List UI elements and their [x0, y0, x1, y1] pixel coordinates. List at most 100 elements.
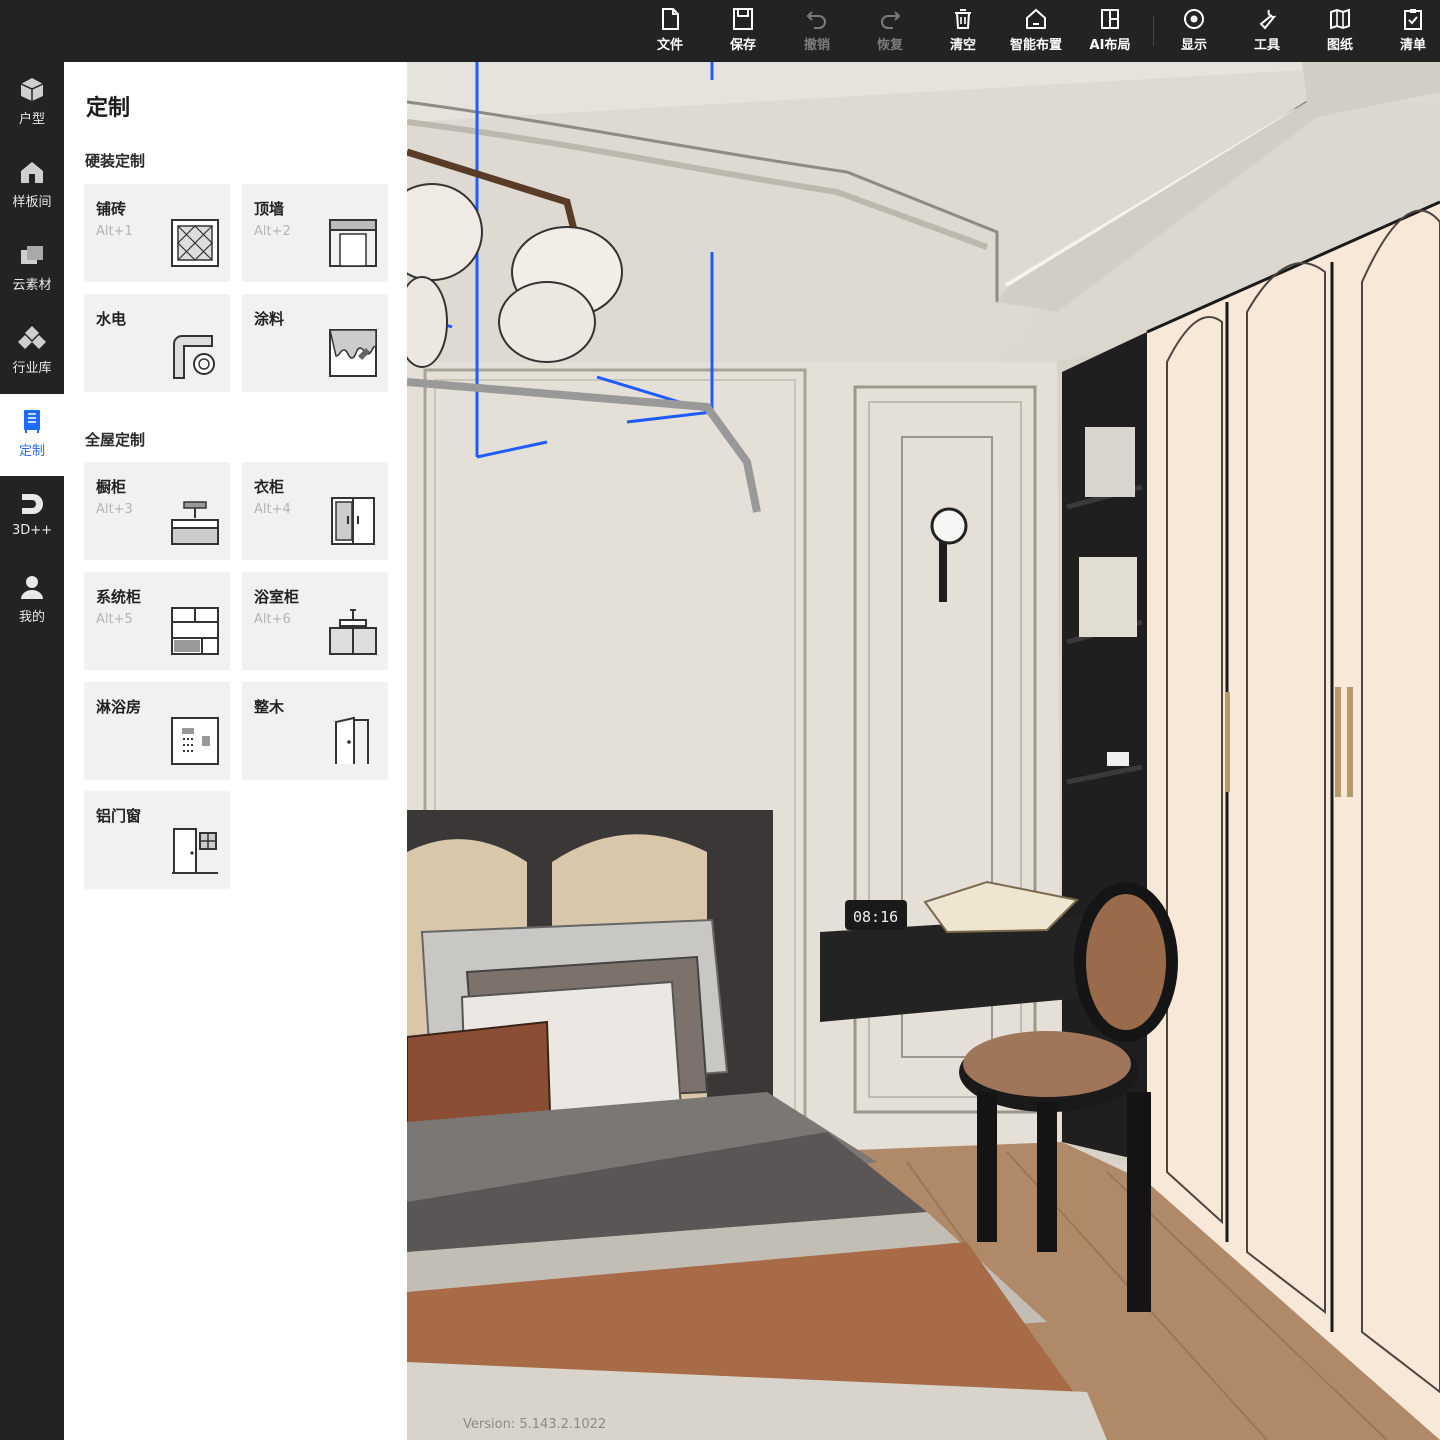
user-icon [21, 576, 43, 599]
paint-card[interactable]: 涂料 [242, 294, 388, 392]
sidebar-item-label: 云素材 [12, 278, 52, 293]
industry-library-icon [18, 326, 46, 349]
display-label: 显示 [1180, 38, 1207, 53]
sidebar-item-mine[interactable]: 我的 [0, 560, 64, 642]
custom-panel: 定制 硬装定制 铺砖 Alt+1 顶墙 Alt+2 水电 涂料 全屋定制 橱柜 … [64, 62, 407, 1440]
clear-icon [955, 9, 971, 29]
undo-button[interactable]: 撤销 [782, 4, 852, 58]
save-icon [733, 8, 753, 30]
wardrobe-card[interactable]: 衣柜 Alt+4 [242, 462, 388, 560]
undo-icon [806, 11, 826, 29]
ceiling-wall-card[interactable]: 顶墙 Alt+2 [242, 184, 388, 282]
left-nav-rail: 户型 样板间 云素材 行业库 定制 3D++ 我的 [0, 62, 64, 1440]
card-shortcut: Alt+5 [96, 612, 133, 627]
card-name: 铺砖 [96, 200, 127, 218]
drawings-icon [1330, 8, 1350, 30]
file-label: 文件 [656, 38, 683, 53]
kitchen-cabinet-card[interactable]: 橱柜 Alt+3 [84, 462, 230, 560]
redo-label: 恢复 [876, 38, 903, 53]
tools-icon [1259, 9, 1277, 30]
drawings-label: 图纸 [1326, 38, 1353, 53]
display-button[interactable]: 显示 [1159, 4, 1229, 58]
custom-icon [24, 410, 40, 433]
smart-layout-label: 智能布置 [1009, 38, 1062, 53]
card-shortcut: Alt+4 [254, 502, 291, 517]
sidebar-item-custom[interactable]: 定制 [0, 394, 64, 476]
plumbing-electric-icon [173, 335, 215, 379]
wardrobe-icon [331, 497, 375, 545]
sidebar-item-cloud-material[interactable]: 云素材 [0, 228, 64, 310]
pendant-lamps [407, 148, 761, 513]
card-name: 涂料 [254, 310, 285, 328]
ai-layout-button[interactable]: AI布局 [1075, 4, 1145, 58]
sidebar-item-industry-library[interactable]: 行业库 [0, 311, 64, 393]
selection-guides [407, 62, 761, 513]
top-toolbar: 文件 保存 撤销 恢复 清空 智能布置 AI布局 显示 工具 图纸 清单 [0, 0, 1440, 62]
sidebar-item-floorplan[interactable]: 户型 [0, 62, 64, 144]
card-name: 系统柜 [96, 588, 142, 606]
card-name: 顶墙 [254, 200, 285, 218]
clear-button[interactable]: 清空 [928, 4, 998, 58]
card-name: 衣柜 [254, 478, 285, 496]
sidebar-item-label: 行业库 [12, 361, 52, 376]
shower-room-icon [171, 717, 219, 765]
version-label: Version: 5.143.2.1022 [463, 1417, 607, 1432]
checklist-icon [1404, 9, 1422, 30]
system-cabinet-icon [171, 607, 219, 655]
ai-layout-label: AI布局 [1089, 38, 1131, 53]
card-name: 水电 [96, 310, 127, 328]
whole-wood-icon [335, 716, 369, 764]
bathroom-cabinet-card[interactable]: 浴室柜 Alt+6 [242, 572, 388, 670]
card-name: 橱柜 [96, 478, 127, 496]
aluminum-window-icon [172, 828, 218, 874]
checklist-button[interactable]: 清单 [1378, 4, 1440, 58]
kitchen-cabinet-icon [171, 501, 219, 545]
sidebar-item-label: 定制 [18, 444, 45, 459]
sidebar-item-label: 样板间 [12, 195, 52, 210]
card-shortcut: Alt+6 [254, 612, 291, 627]
toolbar-divider [1153, 16, 1154, 46]
tile-icon [171, 219, 219, 267]
card-name: 整木 [254, 698, 285, 716]
card-shortcut: Alt+1 [96, 224, 133, 239]
sidebar-item-showroom[interactable]: 样板间 [0, 145, 64, 227]
redo-button[interactable]: 恢复 [855, 4, 925, 58]
aluminum-window-card[interactable]: 铝门窗 [84, 791, 230, 889]
clear-label: 清空 [949, 38, 976, 53]
display-icon [1184, 9, 1204, 29]
tile-card[interactable]: 铺砖 Alt+1 [84, 184, 230, 282]
card-shortcut: Alt+2 [254, 224, 291, 239]
showroom-icon [21, 162, 43, 183]
tools-label: 工具 [1253, 38, 1280, 53]
tools-button[interactable]: 工具 [1232, 4, 1302, 58]
smart-layout-button[interactable]: 智能布置 [1001, 4, 1071, 58]
3d-viewport[interactable]: 08:16 Version: 5.143.2.1022 [407, 62, 1440, 1440]
ceiling-wall-icon [329, 219, 377, 267]
ai-layout-icon [1101, 9, 1119, 29]
file-button[interactable]: 文件 [635, 4, 705, 58]
3d-plus-icon [22, 494, 43, 514]
plumbing-electric-card[interactable]: 水电 [84, 294, 230, 392]
system-cabinet-card[interactable]: 系统柜 Alt+5 [84, 572, 230, 670]
undo-label: 撤销 [803, 38, 830, 53]
card-shortcut: Alt+3 [96, 502, 133, 517]
smart-layout-icon [1026, 8, 1046, 29]
file-icon [662, 8, 679, 30]
floorplan-icon [20, 78, 44, 101]
panel-title: 定制 [86, 96, 131, 121]
card-name: 铝门窗 [96, 807, 142, 825]
hard-custom-section-title: 硬装定制 [85, 152, 146, 170]
paint-icon [329, 329, 377, 377]
sidebar-item-label: 3D++ [11, 523, 53, 538]
drawings-button[interactable]: 图纸 [1305, 4, 1375, 58]
checklist-label: 清单 [1399, 38, 1426, 53]
shower-room-card[interactable]: 淋浴房 [84, 682, 230, 780]
cloud-material-icon [21, 246, 43, 264]
whole-house-section-title: 全屋定制 [85, 431, 146, 449]
bathroom-cabinet-icon [329, 609, 377, 655]
save-button[interactable]: 保存 [708, 4, 778, 58]
whole-wood-card[interactable]: 整木 [242, 682, 388, 780]
sidebar-item-label: 我的 [18, 610, 45, 625]
sidebar-item-label: 户型 [18, 112, 45, 127]
sidebar-item-3d-plus[interactable]: 3D++ [0, 477, 64, 559]
